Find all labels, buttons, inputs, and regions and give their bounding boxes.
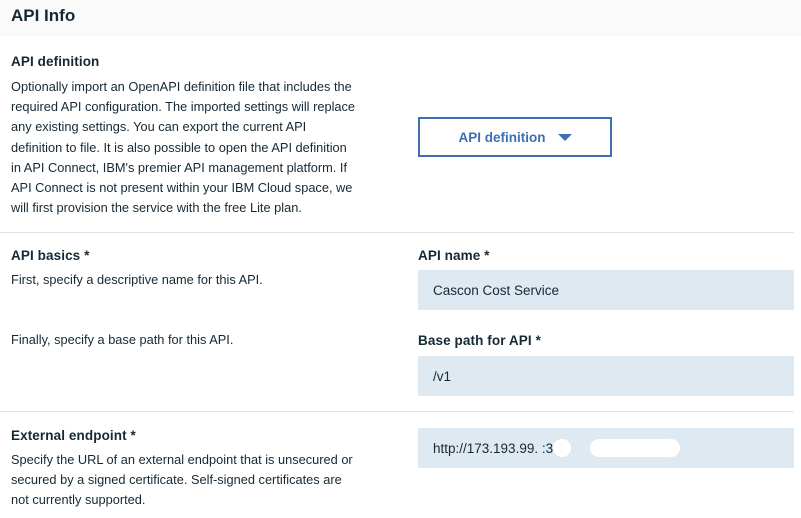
redaction-mark [553,439,571,457]
description-line: in API Connect, IBM's premier API manage… [11,159,348,175]
api-name-input[interactable]: Cascon Cost Service [418,270,794,310]
description-line: definition to file. It is also possible … [11,139,347,155]
caret-down-icon [557,133,572,141]
api-name-value: Cascon Cost Service [433,282,560,298]
description-line: Optionally import an OpenAPI definition … [11,79,352,94]
base-path-value: /v1 [433,368,452,384]
description-line: API Connect is not present within your I… [11,180,353,196]
description-line: will first provision the service with th… [11,200,302,216]
description-line: secured by a signed certificate. Self-si… [11,472,342,488]
description-line: required API configuration. The imported… [11,99,356,115]
base-path-hint: Finally, specify a base path for this AP… [11,332,234,347]
description-line: Specify the URL of an external endpoint … [11,452,353,467]
external-endpoint-heading: External endpoint * [11,428,136,443]
description-line: any existing settings. You can export th… [11,119,307,135]
api-name-label: API name * [418,248,490,263]
api-name-hint: First, specify a descriptive name for th… [11,272,263,287]
base-path-input[interactable]: /v1 [418,356,794,396]
description-line: not currently supported. [11,492,146,508]
section-divider [0,232,794,233]
api-definition-heading: API definition [11,54,100,69]
api-basics-heading: API basics * [11,248,90,263]
api-definition-description: Optionally import an OpenAPI definition … [11,77,401,218]
base-path-label: Base path for API * [418,333,541,348]
page-title: API Info [11,6,76,25]
api-definition-button[interactable]: API definition [418,117,612,157]
api-definition-button-label: API definition [458,129,546,145]
redaction-mark [590,439,680,457]
header-bar [0,0,801,36]
section-divider [0,411,794,412]
external-endpoint-description: Specify the URL of an external endpoint … [11,450,401,511]
external-endpoint-value: http://173.193.99. :3 [433,440,554,456]
